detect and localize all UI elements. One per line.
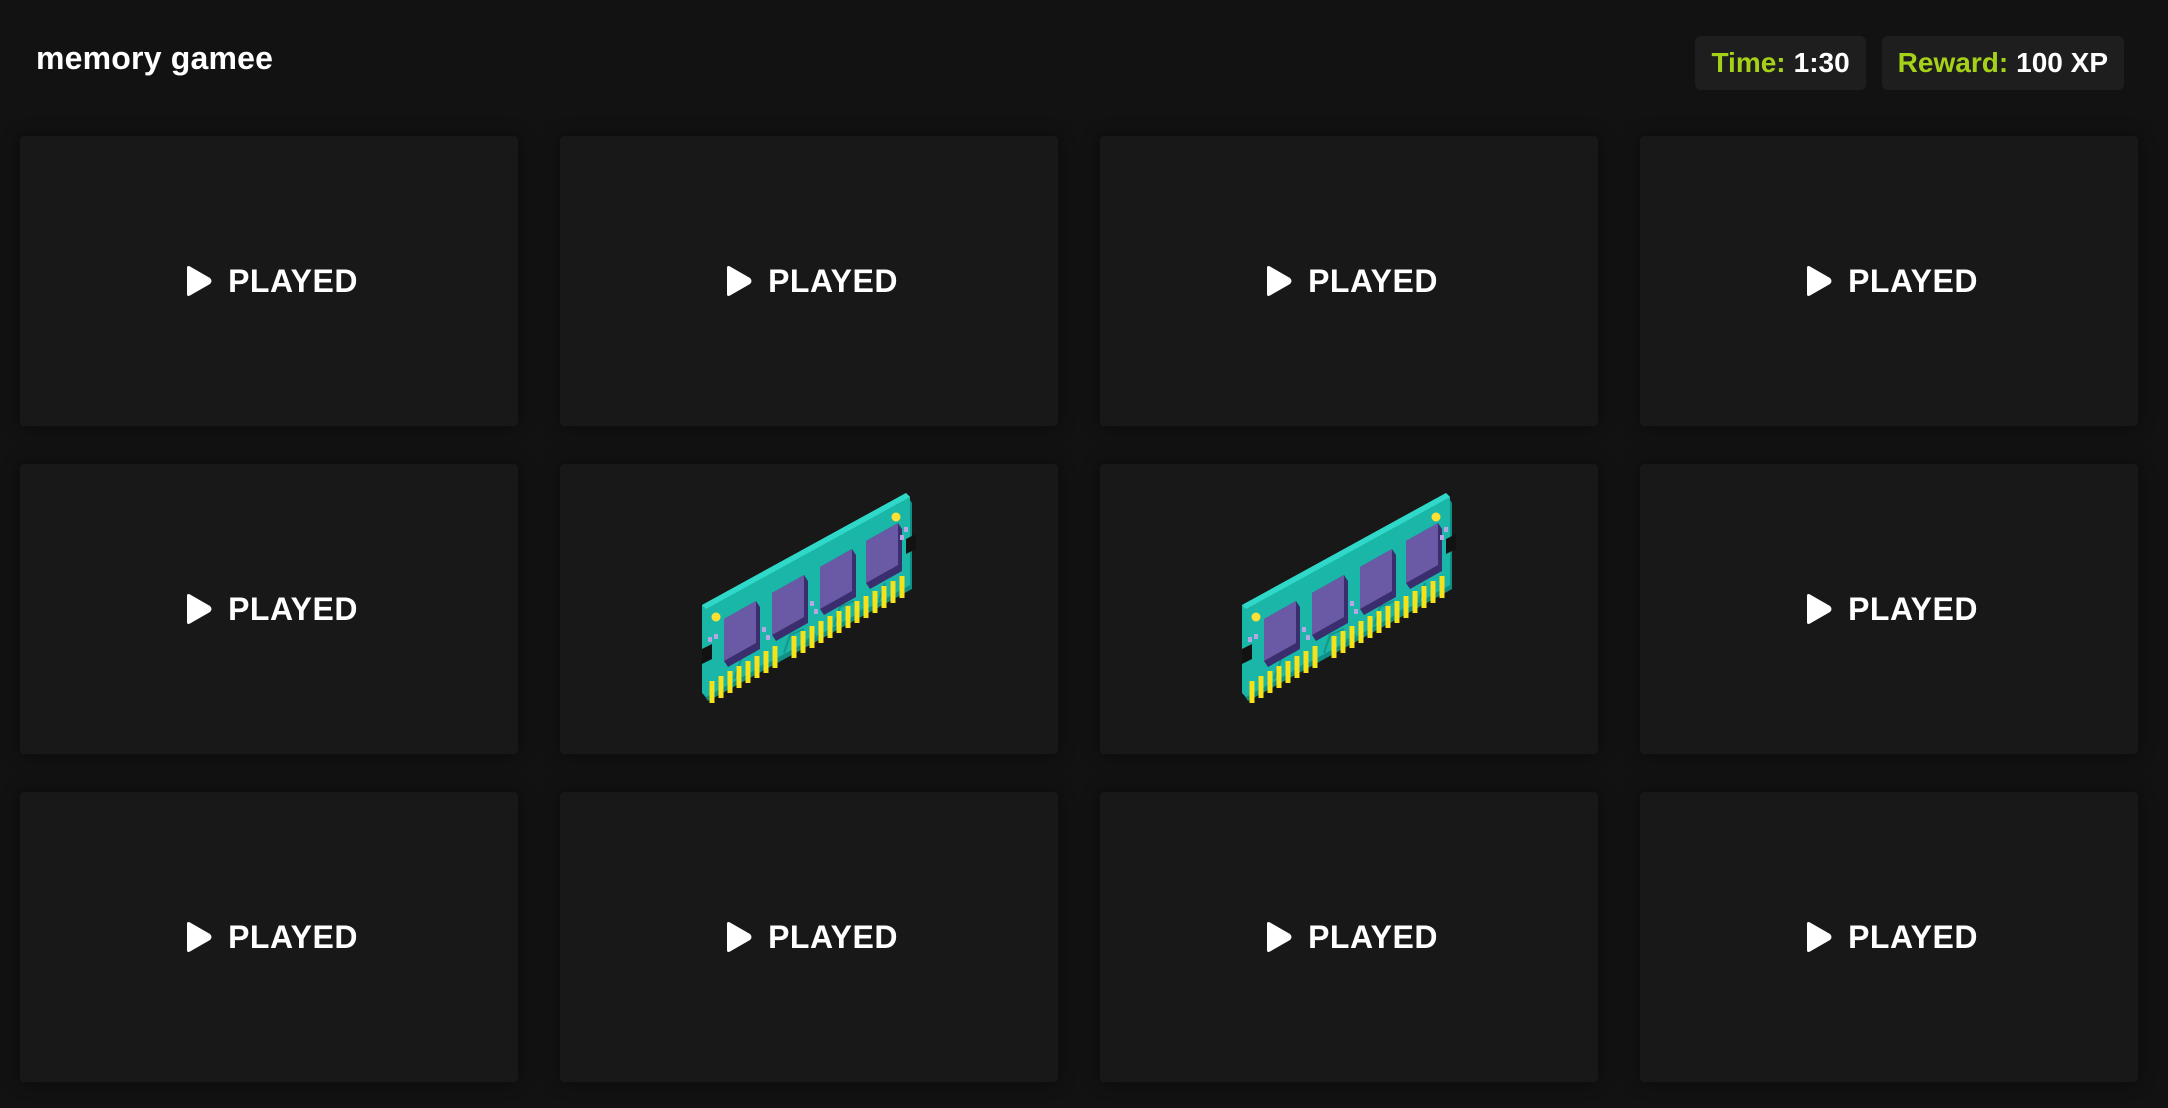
ram-memory-icon [694,489,924,729]
played-label: PLAYED [228,590,358,627]
play-icon [180,920,214,954]
played-indicator: PLAYED [1800,263,1978,300]
play-icon [1260,264,1294,298]
stats-bar: Time: 1:30 Reward: 100 XP [1695,36,2124,90]
played-label: PLAYED [768,918,898,955]
play-icon [1260,920,1294,954]
memory-card[interactable]: PLAYED [1640,792,2138,1082]
memory-card[interactable]: PLAYED [560,136,1058,426]
played-label: PLAYED [1848,918,1978,955]
played-indicator: PLAYED [1800,919,1978,956]
played-indicator: PLAYED [720,919,898,956]
play-icon [180,264,214,298]
played-label: PLAYED [1848,262,1978,299]
played-indicator: PLAYED [180,263,358,300]
played-indicator: PLAYED [1260,263,1438,300]
play-icon [1800,920,1834,954]
time-label: Time: [1711,47,1786,78]
play-icon [180,592,214,626]
played-label: PLAYED [228,262,358,299]
memory-card[interactable]: PLAYED [1100,792,1598,1082]
play-icon [720,920,754,954]
reward-value: 100 XP [2016,47,2108,78]
memory-card[interactable]: PLAYED [20,136,518,426]
time-value: 1:30 [1793,47,1850,78]
reward-badge: Reward: 100 XP [1881,36,2124,90]
played-indicator: PLAYED [1260,919,1438,956]
played-label: PLAYED [1848,590,1978,627]
played-indicator: PLAYED [720,263,898,300]
memory-card[interactable] [1100,464,1598,754]
played-indicator: PLAYED [1800,591,1978,628]
card-grid: PLAYED PLAYED PLAYED PLAYED PLAYED PLAYED PLAY… [20,136,2142,1082]
played-label: PLAYED [1308,262,1438,299]
memory-card[interactable]: PLAYED [560,792,1058,1082]
played-label: PLAYED [768,262,898,299]
memory-card[interactable]: PLAYED [1640,464,2138,754]
play-icon [720,264,754,298]
memory-card[interactable]: PLAYED [20,464,518,754]
memory-card[interactable]: PLAYED [1640,136,2138,426]
game-title: memory gamee [36,40,274,76]
memory-game-page: memory gamee Time: 1:30 Reward: 100 XP P… [0,0,2168,1108]
memory-card[interactable]: PLAYED [20,792,518,1082]
header: memory gamee Time: 1:30 Reward: 100 XP [0,0,2168,120]
reward-label: Reward: [1897,47,2009,78]
played-label: PLAYED [1308,918,1438,955]
play-icon [1800,264,1834,298]
memory-card[interactable] [560,464,1058,754]
time-badge: Time: 1:30 [1695,36,1866,90]
play-icon [1800,592,1834,626]
played-indicator: PLAYED [180,591,358,628]
played-indicator: PLAYED [180,919,358,956]
memory-card[interactable]: PLAYED [1100,136,1598,426]
played-label: PLAYED [228,918,358,955]
ram-memory-icon [1234,489,1464,729]
